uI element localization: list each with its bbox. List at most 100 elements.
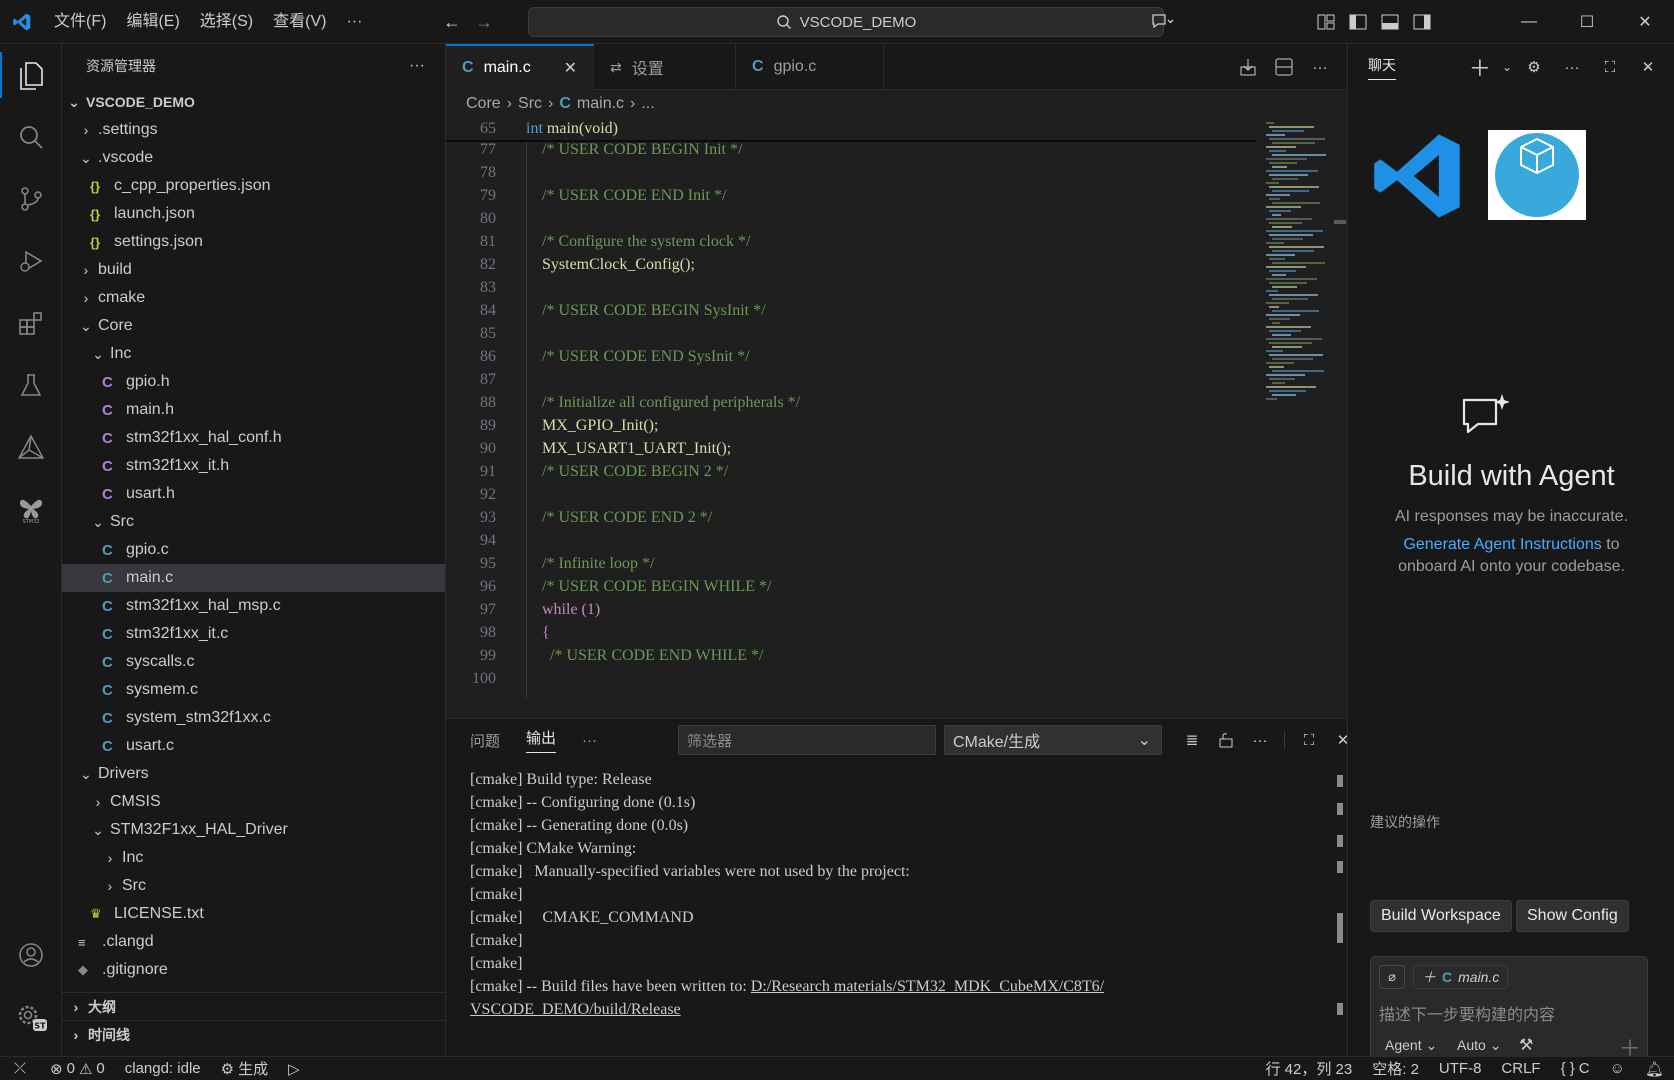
maximize-panel-icon[interactable]: ⛶ [1293, 718, 1325, 762]
code-line[interactable]: 82 SystemClock_Config(); [446, 253, 1256, 277]
tree-item[interactable]: Csystem_stm32f1xx.c [62, 704, 445, 732]
new-chat-plus-icon[interactable]: ＋ [1464, 45, 1496, 89]
tree-item[interactable]: › CMSIS [62, 788, 445, 816]
code-line[interactable]: 87 [446, 368, 1256, 392]
minimap[interactable] [1262, 118, 1334, 418]
model-picker[interactable]: Auto ⌄ [1457, 1037, 1501, 1054]
tab-output[interactable]: 输出 [526, 727, 557, 753]
lock-scroll-icon[interactable] [1210, 718, 1242, 762]
output-scrollbar[interactable] [1334, 763, 1346, 1053]
tree-item[interactable]: › cmake [62, 284, 445, 312]
code-line[interactable]: 80 [446, 207, 1256, 231]
panel-more-icon[interactable]: ··· [582, 732, 597, 749]
forward-arrow-icon[interactable]: → [468, 12, 500, 33]
tree-item[interactable]: Cgpio.h [62, 368, 445, 396]
menu-item[interactable]: 文件(F) [44, 0, 116, 44]
tree-item[interactable]: Cusart.h [62, 480, 445, 508]
tree-item[interactable]: Cgpio.c [62, 536, 445, 564]
tree-item[interactable]: {} launch.json [62, 200, 445, 228]
testing-flask-icon[interactable] [0, 354, 62, 416]
tree-item[interactable]: Csysmem.c [62, 676, 445, 704]
tree-item[interactable]: ⌄ Core [62, 312, 445, 340]
more-actions-icon[interactable]: ··· [1244, 718, 1276, 762]
code-line[interactable]: 88 /* Initialize all configured periphera… [446, 391, 1256, 415]
code-line[interactable]: 97 while (1) [446, 598, 1256, 622]
menu-item[interactable]: 选择(S) [190, 0, 263, 44]
breadcrumb-core[interactable]: Core [466, 95, 501, 113]
code-line[interactable]: 83 [446, 276, 1256, 300]
menu-item[interactable]: 查看(V) [263, 0, 336, 44]
cmake-icon[interactable] [0, 416, 62, 478]
maximize-icon[interactable]: ⛶ [1594, 45, 1626, 89]
remote-icon[interactable]: ⤫ [0, 1060, 40, 1077]
stm32-butterfly-icon[interactable]: STM32 [0, 478, 62, 540]
code-line[interactable]: 79 /* USER CODE END Init */ [446, 184, 1256, 208]
tab-settings[interactable]: ⇄ 设置 [594, 44, 736, 90]
breadcrumb-symbol[interactable]: ... [641, 95, 654, 113]
clangd-status[interactable]: clangd: idle [115, 1060, 211, 1077]
notifications-bell-icon[interactable]: 🔔︎ [1635, 1060, 1674, 1078]
toggle-secondary-sidebar-icon[interactable] [1406, 0, 1438, 44]
code-line[interactable]: 93 /* USER CODE END 2 */ [446, 506, 1256, 530]
sticky-scroll-line[interactable]: 65 int main(void) [446, 118, 1256, 142]
code-line[interactable]: 92 [446, 483, 1256, 507]
search-icon[interactable] [0, 106, 62, 168]
tree-item[interactable]: ⌄ Inc [62, 340, 445, 368]
tree-item[interactable]: Cstm32f1xx_hal_msp.c [62, 592, 445, 620]
tree-item[interactable]: ♛ LICENSE.txt [62, 900, 445, 928]
context-file-chip[interactable]: ＋ C main.c [1413, 965, 1509, 989]
tree-item[interactable]: Cstm32f1xx_it.h [62, 452, 445, 480]
code-line[interactable]: 86 /* USER CODE END SysInit */ [446, 345, 1256, 369]
tree-item[interactable]: › Inc [62, 844, 445, 872]
show-config-button[interactable]: Show Config [1516, 900, 1629, 932]
breadcrumb-src[interactable]: Src [518, 95, 542, 113]
language-mode[interactable]: { } C [1551, 1060, 1600, 1077]
copilot-icon[interactable]: ☺ [1600, 1060, 1635, 1077]
minimize-icon[interactable]: — [1500, 0, 1558, 44]
code-line[interactable]: 84 /* USER CODE BEGIN SysInit */ [446, 299, 1256, 323]
tree-item[interactable]: Cmain.c [62, 564, 445, 592]
more-actions-icon[interactable]: ··· [1304, 45, 1336, 89]
run-icon[interactable]: ▷ [278, 1060, 310, 1078]
code-line[interactable]: 90 MX_USART1_UART_Init(); [446, 437, 1256, 461]
eol[interactable]: CRLF [1491, 1060, 1550, 1077]
command-center-search[interactable]: VSCODE_DEMO [528, 7, 1164, 37]
code-line[interactable]: 81 /* Configure the system clock */ [446, 230, 1256, 254]
tree-item[interactable]: ⌄ .vscode [62, 144, 445, 172]
code-line[interactable]: 99 /* USER CODE END WHILE */ [446, 644, 1256, 668]
code-editor[interactable]: 77 /* USER CODE BEGIN Init */ 78 79 /* USER … [446, 118, 1346, 718]
gear-icon[interactable]: ⚙ [1518, 45, 1550, 89]
maximize-icon[interactable]: ☐ [1558, 0, 1616, 44]
toggle-sidebar-icon[interactable] [1342, 0, 1374, 44]
menu-more[interactable]: ··· [336, 0, 372, 44]
close-window-icon[interactable]: ✕ [1616, 0, 1674, 44]
output-path-link[interactable]: D:/Research materials/STM32_MDK_CubeMX/C… [751, 978, 1104, 995]
close-icon[interactable]: ✕ [1632, 45, 1664, 89]
output-channel-select[interactable]: CMake/生成 ⌄ [944, 725, 1162, 755]
code-line[interactable]: 98 { [446, 621, 1256, 645]
outline-section[interactable]: › 大纲 [62, 992, 446, 1020]
toggle-panel-icon[interactable] [1374, 0, 1406, 44]
code-line[interactable]: 100 [446, 667, 1256, 691]
build-workspace-button[interactable]: Build Workspace [1370, 900, 1512, 932]
code-line[interactable]: 94 [446, 529, 1256, 553]
chat-title[interactable]: 聊天 [1368, 55, 1396, 80]
tree-item[interactable]: {} settings.json [62, 228, 445, 256]
tree-item[interactable]: › Src [62, 872, 445, 900]
code-line[interactable]: 91 /* USER CODE BEGIN 2 */ [446, 460, 1256, 484]
download-icon[interactable] [1232, 45, 1264, 89]
tree-item[interactable]: Cstm32f1xx_hal_conf.h [62, 424, 445, 452]
more-actions-icon[interactable]: ··· [409, 57, 425, 75]
encoding[interactable]: UTF-8 [1429, 1060, 1492, 1077]
code-line[interactable]: 78 [446, 161, 1256, 185]
tree-item[interactable]: ⌄ Drivers [62, 760, 445, 788]
menu-item[interactable]: 编辑(E) [116, 0, 189, 44]
code-line[interactable]: 95 /* Infinite loop */ [446, 552, 1256, 576]
account-icon[interactable] [0, 924, 62, 986]
tree-item[interactable]: Cusart.c [62, 732, 445, 760]
tools-icon[interactable]: ⚒ [1519, 1035, 1533, 1055]
indentation[interactable]: 空格: 2 [1362, 1058, 1429, 1079]
timeline-section[interactable]: › 时间线 [62, 1020, 446, 1048]
code-line[interactable]: 96 /* USER CODE BEGIN WHILE */ [446, 575, 1256, 599]
output-path-link[interactable]: VSCODE_DEMO/build/Release [470, 1001, 681, 1025]
